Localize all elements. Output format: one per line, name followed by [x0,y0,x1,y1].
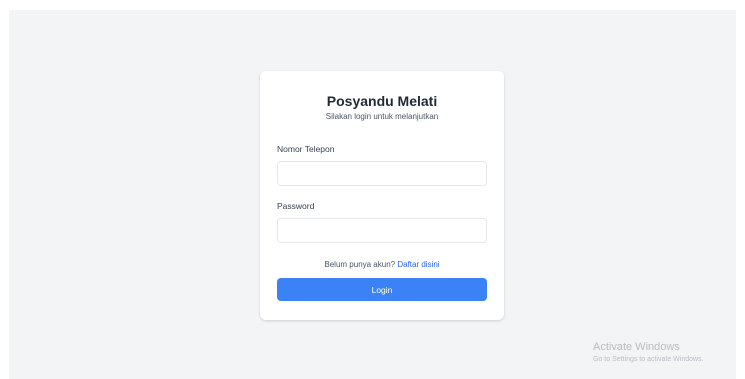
login-button[interactable]: Login [277,278,487,301]
password-input[interactable] [277,218,487,243]
register-prompt: Belum punya akun? [324,260,396,269]
login-subtitle: Silakan login untuk melanjutkan [325,112,439,121]
password-label: Password [277,201,315,211]
app-title: Posyandu Melati [326,93,438,109]
register-prompt-row: Belum punya akun? Daftar disini [277,259,487,270]
watermark-title: Activate Windows [593,341,680,353]
phone-input[interactable] [277,161,487,186]
phone-label: Nomor Telepon [277,144,335,154]
register-link[interactable]: Daftar disini [397,260,439,269]
activate-windows-watermark: Activate Windows Go to Settings to activ… [593,341,704,364]
login-card: Posyandu Melati Silakan login untuk mela… [260,71,504,320]
watermark-subtitle: Go to Settings to activate Windows. [593,356,704,363]
